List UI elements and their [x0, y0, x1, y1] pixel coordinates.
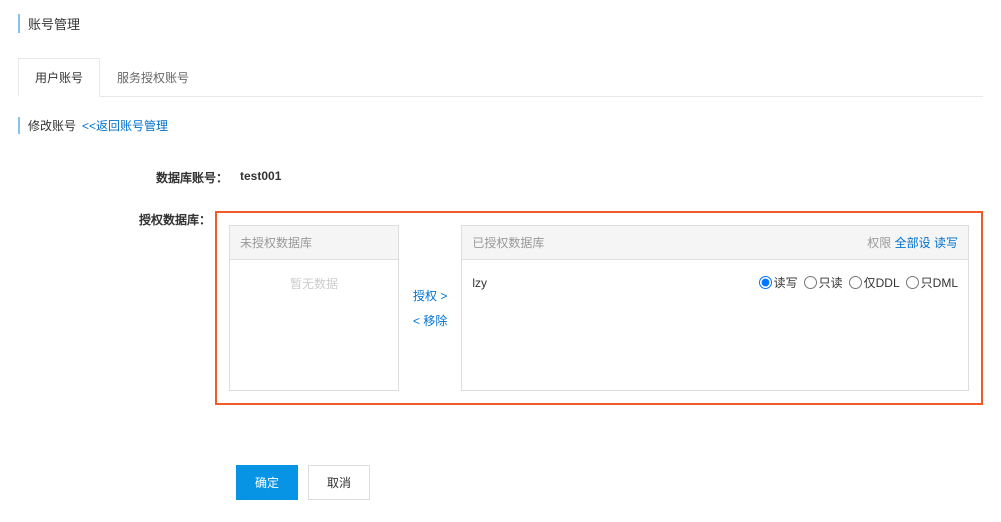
tab-user-account[interactable]: 用户账号: [18, 58, 100, 97]
db-row: lzy 读写 只读: [472, 272, 958, 293]
radio-read-only-input[interactable]: [804, 276, 817, 289]
db-account-value: test001: [228, 169, 281, 186]
set-all-link[interactable]: 全部设 读写: [895, 236, 958, 250]
row-auth-db: 授权数据库： 未授权数据库 暂无数据 授权 > < 移除 已授权数据库: [18, 211, 983, 405]
db-account-label: 数据库账号：: [18, 169, 228, 186]
authorized-header-label: 已授权数据库: [472, 234, 544, 251]
empty-text: 暂无数据: [240, 272, 388, 292]
radio-read-write-input[interactable]: [759, 276, 772, 289]
tab-service-auth-account[interactable]: 服务授权账号: [100, 58, 206, 96]
remove-button[interactable]: < 移除: [413, 312, 447, 329]
auth-db-label: 授权数据库：: [18, 211, 211, 228]
sub-header-title: 修改账号: [28, 117, 76, 134]
permission-radio-group: 读写 只读 仅DDL: [759, 274, 958, 291]
back-link[interactable]: <<返回账号管理: [82, 117, 168, 134]
ok-button[interactable]: 确定: [236, 465, 298, 500]
auth-transfer-zone: 未授权数据库 暂无数据 授权 > < 移除 已授权数据库 权限 全部设 读写: [215, 211, 983, 405]
radio-dml-only-label: 只DML: [921, 274, 958, 291]
sub-header: 修改账号 <<返回账号管理: [18, 117, 983, 134]
unauthorized-panel-header: 未授权数据库: [230, 226, 398, 260]
authorized-panel: 已授权数据库 权限 全部设 读写 lzy 读写: [461, 225, 969, 391]
radio-ddl-only-input[interactable]: [849, 276, 862, 289]
unauthorized-panel-body: 暂无数据: [230, 260, 398, 390]
row-db-account: 数据库账号： test001: [18, 169, 983, 186]
perm-label: 权限: [867, 236, 891, 250]
radio-read-only[interactable]: 只读: [804, 274, 843, 291]
footer-buttons: 确定 取消: [236, 465, 983, 500]
radio-read-only-label: 只读: [819, 274, 843, 291]
tabs-bar: 用户账号 服务授权账号: [18, 58, 983, 97]
radio-dml-only-input[interactable]: [906, 276, 919, 289]
radio-read-write[interactable]: 读写: [759, 274, 798, 291]
unauthorized-panel: 未授权数据库 暂无数据: [229, 225, 399, 391]
transfer-buttons: 授权 > < 移除: [409, 225, 451, 391]
db-name: lzy: [472, 276, 487, 290]
authorize-button[interactable]: 授权 >: [413, 287, 447, 304]
authorized-panel-header: 已授权数据库 权限 全部设 读写: [462, 226, 968, 260]
radio-ddl-only-label: 仅DDL: [864, 274, 900, 291]
authorized-panel-body: lzy 读写 只读: [462, 260, 968, 390]
radio-dml-only[interactable]: 只DML: [906, 274, 958, 291]
radio-read-write-label: 读写: [774, 274, 798, 291]
radio-ddl-only[interactable]: 仅DDL: [849, 274, 900, 291]
page-title: 账号管理: [18, 14, 983, 33]
cancel-button[interactable]: 取消: [308, 465, 370, 500]
